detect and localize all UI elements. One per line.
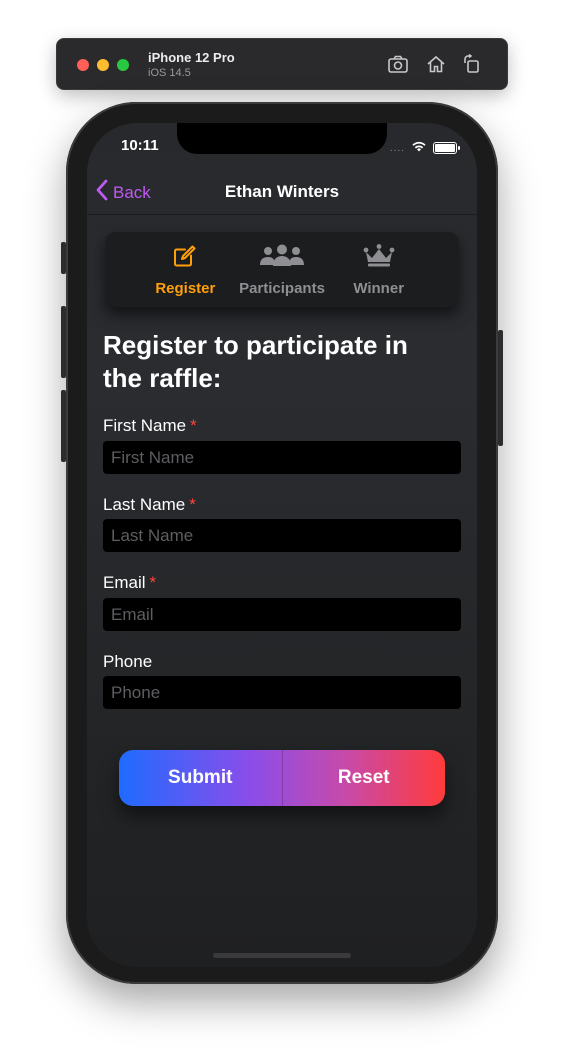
screenshot-icon[interactable] (387, 53, 409, 75)
close-window-button[interactable] (77, 59, 89, 71)
email-field[interactable] (103, 598, 461, 631)
submit-button[interactable]: Submit (119, 750, 282, 806)
phone-label-text: Phone (103, 652, 153, 671)
tab-bar: Register Participants Winner (105, 231, 459, 307)
last-name-label-text: Last Name (103, 495, 186, 514)
edit-icon (172, 243, 198, 274)
crown-icon (363, 243, 395, 274)
form-heading: Register to participate in the raffle: (103, 330, 408, 393)
status-icons: .... (389, 139, 460, 157)
last-name-label: Last Name * (103, 495, 196, 515)
tab-register[interactable]: Register (137, 231, 234, 307)
home-indicator[interactable] (213, 953, 351, 958)
required-marker: * (190, 416, 197, 435)
last-name-field[interactable] (103, 519, 461, 552)
first-name-label: First Name * (103, 416, 197, 436)
minimize-window-button[interactable] (97, 59, 109, 71)
home-icon[interactable] (425, 53, 447, 75)
email-label: Email * (103, 573, 156, 593)
volume-up-button (61, 306, 66, 378)
reset-button[interactable]: Reset (283, 750, 446, 806)
mute-switch (61, 242, 66, 274)
os-version: iOS 14.5 (148, 67, 191, 79)
battery-icon (433, 142, 460, 154)
navigation-bar: Back Ethan Winters (87, 171, 477, 215)
required-marker: * (149, 573, 157, 592)
simulator-title-bar: iPhone 12 Pro iOS 14.5 (56, 38, 508, 90)
required-marker: * (189, 495, 196, 514)
email-label-text: Email (103, 573, 146, 592)
app-screen: 10:11 .... Back Ethan Winters Register P… (87, 123, 477, 967)
notch (177, 123, 387, 154)
phone-label: Phone (103, 652, 152, 672)
wifi-icon (411, 139, 427, 157)
form-actions: Submit Reset (119, 750, 445, 806)
volume-down-button (61, 390, 66, 462)
first-name-label-text: First Name (103, 416, 187, 435)
people-icon (259, 243, 305, 274)
rotate-icon[interactable] (461, 53, 483, 75)
phone-field[interactable] (103, 676, 461, 709)
tab-participants[interactable]: Participants (234, 231, 331, 307)
tab-winner-label: Winner (353, 280, 405, 297)
first-name-field[interactable] (103, 441, 461, 474)
tab-participants-label: Participants (239, 280, 325, 297)
zoom-window-button[interactable] (117, 59, 129, 71)
page-title: Ethan Winters (224, 182, 340, 201)
status-time: 10:11 (121, 137, 159, 154)
signal-dots: .... (389, 142, 405, 154)
power-button (498, 330, 503, 446)
tab-winner[interactable]: Winner (330, 231, 427, 307)
device-name: iPhone 12 Pro (148, 50, 235, 65)
tab-register-label: Register (155, 280, 216, 297)
